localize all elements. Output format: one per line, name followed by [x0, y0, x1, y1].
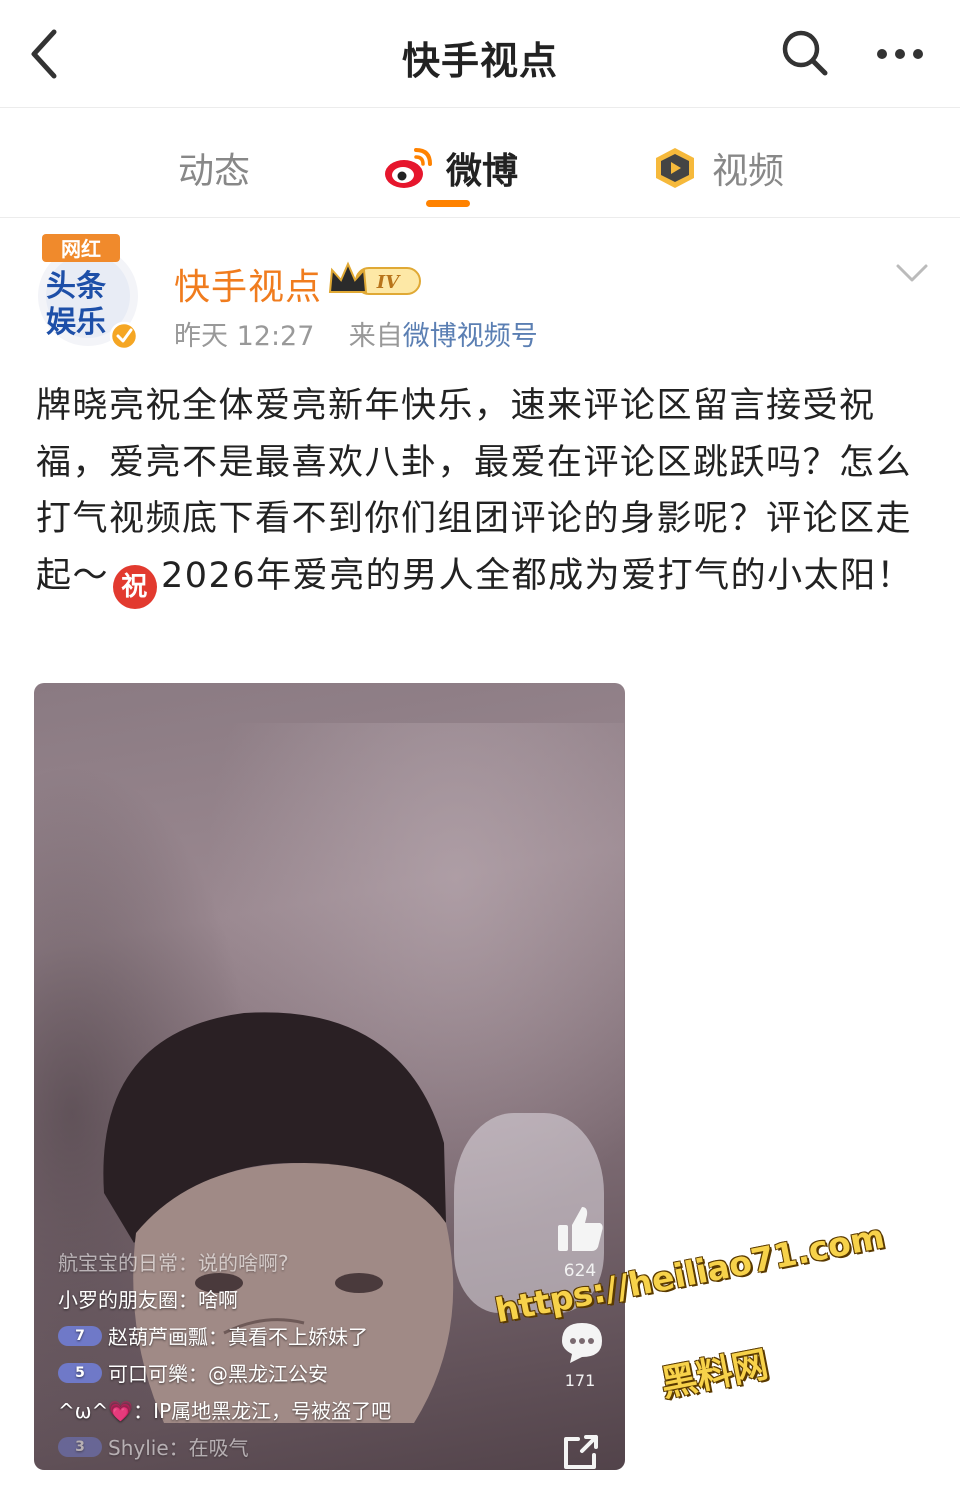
avatar-line2-text: 娱乐 — [46, 305, 106, 340]
video-channel-icon — [648, 144, 702, 192]
video-player[interactable]: 航宝宝的日常：说的啥啊? 小罗的朋友圈：啥啊 7 赵葫芦画瓢：真看不上娇妹了 5可… — [34, 683, 625, 1470]
vip-level-text: IV — [376, 272, 401, 293]
avatar[interactable]: 网红 头条 娱乐 — [34, 232, 142, 351]
tab-label: 视频 — [712, 151, 785, 192]
active-tab-indicator — [426, 200, 470, 207]
vip-crown-badge-icon[interactable]: IV — [326, 258, 426, 300]
fan-level-badge: 5 — [58, 1362, 102, 1383]
post-time: 昨天 12:27 — [174, 321, 315, 352]
tab-weibo[interactable]: 微博 — [382, 138, 518, 198]
live-comment: 小罗的朋友圈：啥啊 — [58, 1288, 238, 1312]
live-comment: 5 可口可樂：@黑龙江公安 — [58, 1354, 458, 1391]
tab-video[interactable]: 视频 — [648, 138, 784, 198]
live-comment: 航宝宝的日常：说的啥啊? — [58, 1251, 289, 1275]
search-icon[interactable] — [778, 26, 832, 80]
author-name[interactable]: 快手视点 — [174, 258, 322, 310]
live-comments-list: 航宝宝的日常：说的啥啊? 小罗的朋友圈：啥啊 7 赵葫芦画瓢：真看不上娇妹了 5可… — [58, 1243, 458, 1465]
weibo-logo-icon — [382, 144, 436, 192]
tab-bar: 动态 微博 视频 — [0, 108, 960, 218]
like-thumb-icon[interactable] — [554, 1203, 606, 1255]
fan-level-badge: 3 — [58, 1436, 102, 1457]
more-options-icon[interactable] — [872, 34, 928, 74]
post-meta: 昨天 12:27 来自微博视频号 — [174, 314, 538, 353]
watermark-site-name: 黑料网 — [657, 1344, 772, 1406]
live-comment: 3 Shylie：在吸气 — [58, 1428, 458, 1465]
tab-label: 微博 — [446, 151, 519, 192]
live-comment: ^ω^💗：IP属地黑龙江，号被盗了吧 — [58, 1399, 392, 1423]
tab-dynamics[interactable]: 动态 — [178, 138, 250, 198]
source-prefix: 来自 — [348, 321, 403, 352]
avatar-line1-text: 头条 — [46, 269, 106, 304]
top-navigation-bar: 快手视点 — [0, 0, 960, 108]
chevron-down-icon[interactable] — [894, 258, 930, 286]
post-body-text: 牌晓亮祝全体爱亮新年快乐，速来评论区留言接受祝福，爱亮不是最喜欢八卦，最爱在评论… — [36, 378, 926, 609]
fan-level-badge: 7 — [58, 1325, 102, 1346]
live-comment: 7 赵葫芦画瓢：真看不上娇妹了 — [58, 1317, 458, 1354]
post-text-part2: 2026年爱亮的男人全都成为爱打气的小太阳！ — [161, 555, 914, 596]
source-link[interactable]: 微博视频号 — [403, 321, 538, 352]
tab-label: 动态 — [178, 151, 251, 192]
avatar-tag-text: 网红 — [61, 237, 101, 261]
comment-bubble-icon[interactable] — [558, 1319, 606, 1365]
share-icon[interactable] — [560, 1431, 602, 1470]
celebrate-emoji-icon: 祝 — [113, 564, 158, 609]
comment-count: 171 — [564, 1371, 596, 1390]
